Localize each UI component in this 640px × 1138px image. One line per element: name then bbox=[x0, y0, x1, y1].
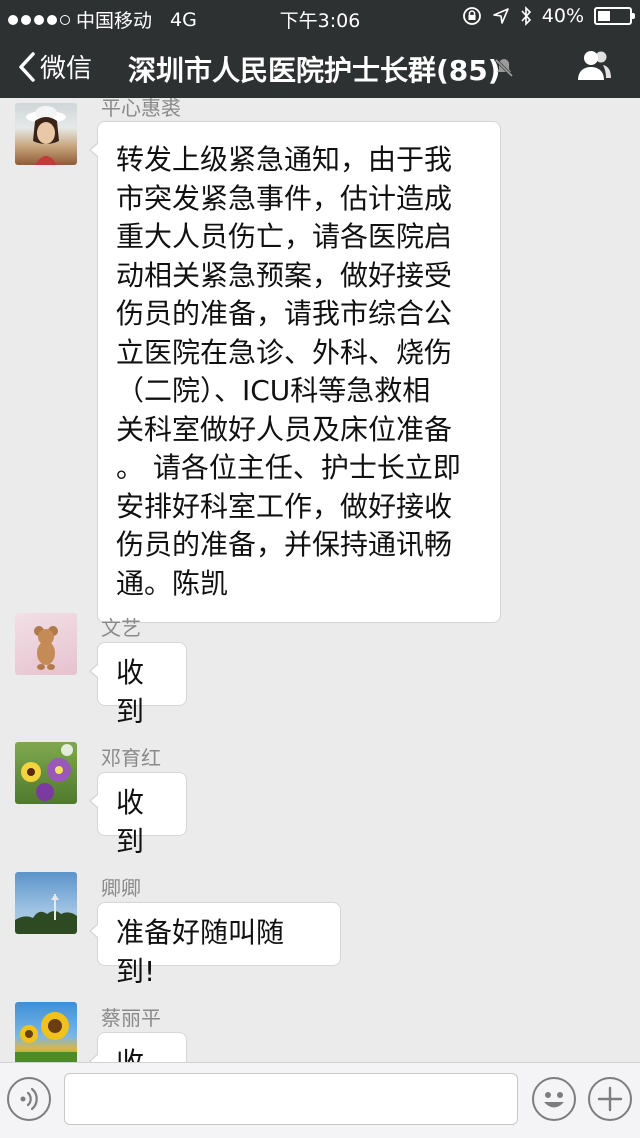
avatar[interactable] bbox=[15, 742, 77, 804]
back-button[interactable]: 微信 bbox=[18, 48, 92, 85]
avatar[interactable] bbox=[15, 103, 77, 165]
message-line: 收到 bbox=[116, 1044, 168, 1062]
orientation-lock-icon bbox=[462, 7, 481, 25]
emoji-button[interactable] bbox=[532, 1077, 576, 1121]
battery-percent: 40% bbox=[541, 5, 584, 27]
battery-icon bbox=[594, 7, 635, 25]
message-line: 市突发紧急事件，估计造成 bbox=[116, 181, 453, 215]
message-bubble[interactable]: 收到 bbox=[89, 772, 187, 858]
sender-name: 卿卿 bbox=[101, 876, 141, 900]
message-line: 通。陈凯 bbox=[116, 566, 229, 600]
back-label: 微信 bbox=[40, 54, 93, 84]
location-icon bbox=[492, 8, 509, 24]
message-line: 转发上级紧急通知，由于我 bbox=[116, 143, 453, 176]
group-members-icon[interactable] bbox=[576, 48, 612, 82]
message-line: 收到 bbox=[116, 786, 145, 858]
avatar[interactable] bbox=[15, 872, 77, 934]
message-line: 伤员的准备，并保持通讯畅 bbox=[116, 528, 453, 561]
bluetooth-icon bbox=[521, 6, 531, 26]
message-input[interactable] bbox=[64, 1073, 518, 1125]
sender-name: 蔡丽平 bbox=[101, 1006, 161, 1030]
avatar[interactable] bbox=[15, 613, 77, 675]
message-line: 立医院在急诊、外科、烧伤 bbox=[116, 335, 453, 369]
avatar-pansy-flowers-image bbox=[21, 744, 73, 801]
message-line: 动相关紧急预案，做好接受 bbox=[116, 258, 453, 292]
avatar-landscape-image bbox=[15, 894, 77, 934]
voice-icon bbox=[20, 1087, 38, 1111]
status-bar: 中国移动 4G 下午3:06 40% bbox=[0, 0, 640, 34]
message-line: 准备好随叫随到! bbox=[116, 916, 285, 988]
nav-bar: 微信 深圳市人民医院护士长群(85) bbox=[0, 34, 640, 98]
sender-name: 文艺 bbox=[101, 616, 141, 640]
avatar[interactable] bbox=[15, 1002, 77, 1062]
avatar-sunflower-image bbox=[15, 1012, 77, 1062]
chat-message: 文艺 收到 bbox=[0, 612, 640, 732]
chat-message: 邓育红 收到 bbox=[0, 742, 640, 862]
message-line: 伤员的准备，请我市综合公 bbox=[116, 297, 453, 330]
avatar-teddy-bear-image bbox=[34, 626, 58, 670]
message-bubble[interactable]: 准备好随叫随到! bbox=[89, 902, 341, 988]
message-line: 。 请各位主任、护士长立即 bbox=[116, 451, 461, 484]
page-title: 深圳市人民医院护士长群(85) bbox=[128, 54, 501, 87]
message-bubble[interactable]: 转发上级紧急通知，由于我 市突发紧急事件，估计造成 重大人员伤亡，请各医院启 动… bbox=[89, 121, 501, 623]
message-line: 关科室做好人员及床位准备 bbox=[116, 412, 453, 446]
plus-icon bbox=[597, 1086, 623, 1112]
chat-message: 卿卿 准备好随叫随到! bbox=[0, 872, 640, 992]
voice-input-button[interactable] bbox=[7, 1077, 51, 1121]
chat-message: 蔡丽平 收到 bbox=[0, 1002, 640, 1062]
message-line: （二院）、ICU科等急救相 bbox=[116, 374, 431, 407]
message-bubble[interactable]: 收到 bbox=[89, 1032, 187, 1062]
message-line: 收到 bbox=[116, 656, 145, 728]
message-line: 重大人员伤亡，请各医院启 bbox=[116, 220, 453, 253]
smiley-icon bbox=[544, 1092, 564, 1108]
mute-icon bbox=[493, 57, 515, 79]
sender-name: 邓育红 bbox=[101, 746, 161, 770]
status-right: 40% bbox=[462, 5, 635, 27]
more-options-button[interactable] bbox=[588, 1077, 632, 1121]
chat-message: 平心惠裘 转发上级紧急通知，由于我 市突发紧急事件，估计造成 重大人员伤亡，请各… bbox=[0, 98, 640, 623]
message-bubble[interactable]: 收到 bbox=[89, 642, 187, 728]
chevron-left-icon bbox=[19, 51, 35, 82]
chat-messages[interactable]: 平心惠裘 转发上级紧急通知，由于我 市突发紧急事件，估计造成 重大人员伤亡，请各… bbox=[0, 98, 640, 1062]
message-line: 安排好科室工作，做好接收 bbox=[116, 489, 453, 523]
sender-name: 平心惠裘 bbox=[101, 98, 181, 120]
input-bar bbox=[0, 1062, 640, 1138]
avatar-girl-image bbox=[26, 106, 66, 165]
